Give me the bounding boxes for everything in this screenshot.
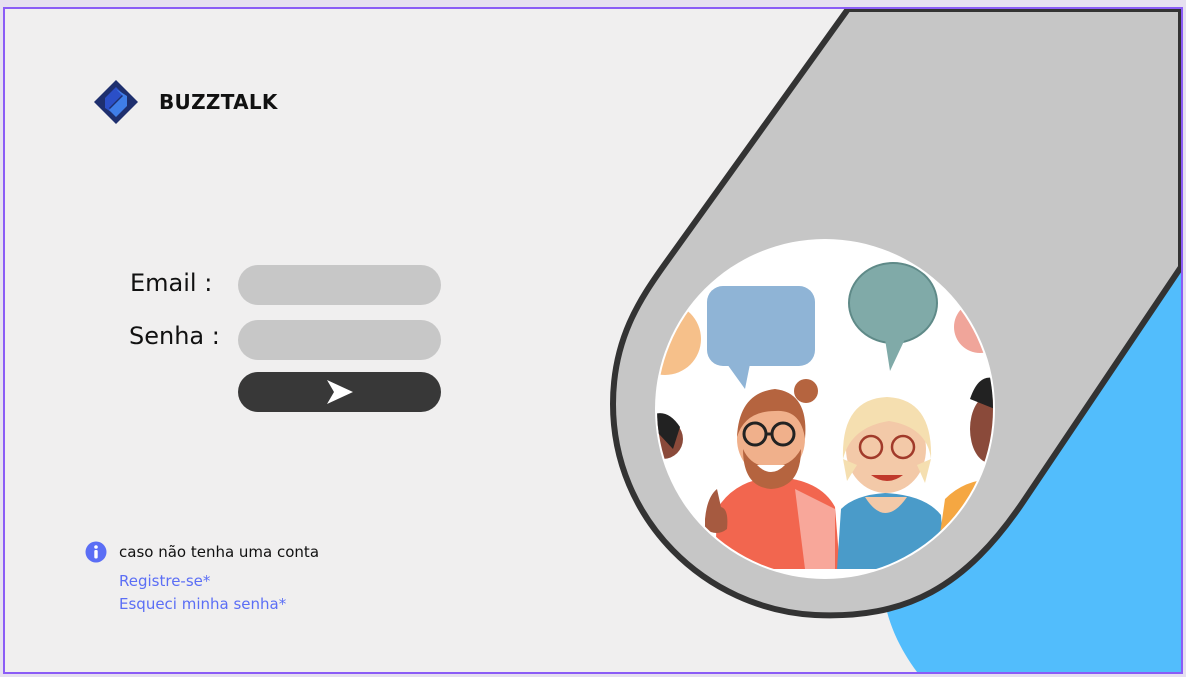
diamond-logo-icon — [94, 80, 138, 124]
email-label: Email : — [130, 269, 213, 297]
password-label: Senha : — [129, 322, 220, 350]
email-field[interactable] — [238, 265, 441, 305]
register-link[interactable]: Registre-se* — [119, 572, 210, 590]
brand-name: BUZZTALK — [159, 90, 278, 114]
password-field[interactable] — [238, 320, 441, 360]
submit-button[interactable] — [238, 372, 441, 412]
login-window: BUZZTALK Email : Senha : caso não tenha … — [3, 7, 1183, 674]
send-icon — [326, 380, 353, 404]
info-icon — [85, 541, 107, 563]
account-help: caso não tenha uma conta — [85, 541, 319, 563]
forgot-password-link[interactable]: Esqueci minha senha* — [119, 595, 286, 613]
no-account-text: caso não tenha uma conta — [119, 543, 320, 561]
brand: BUZZTALK — [93, 79, 278, 125]
